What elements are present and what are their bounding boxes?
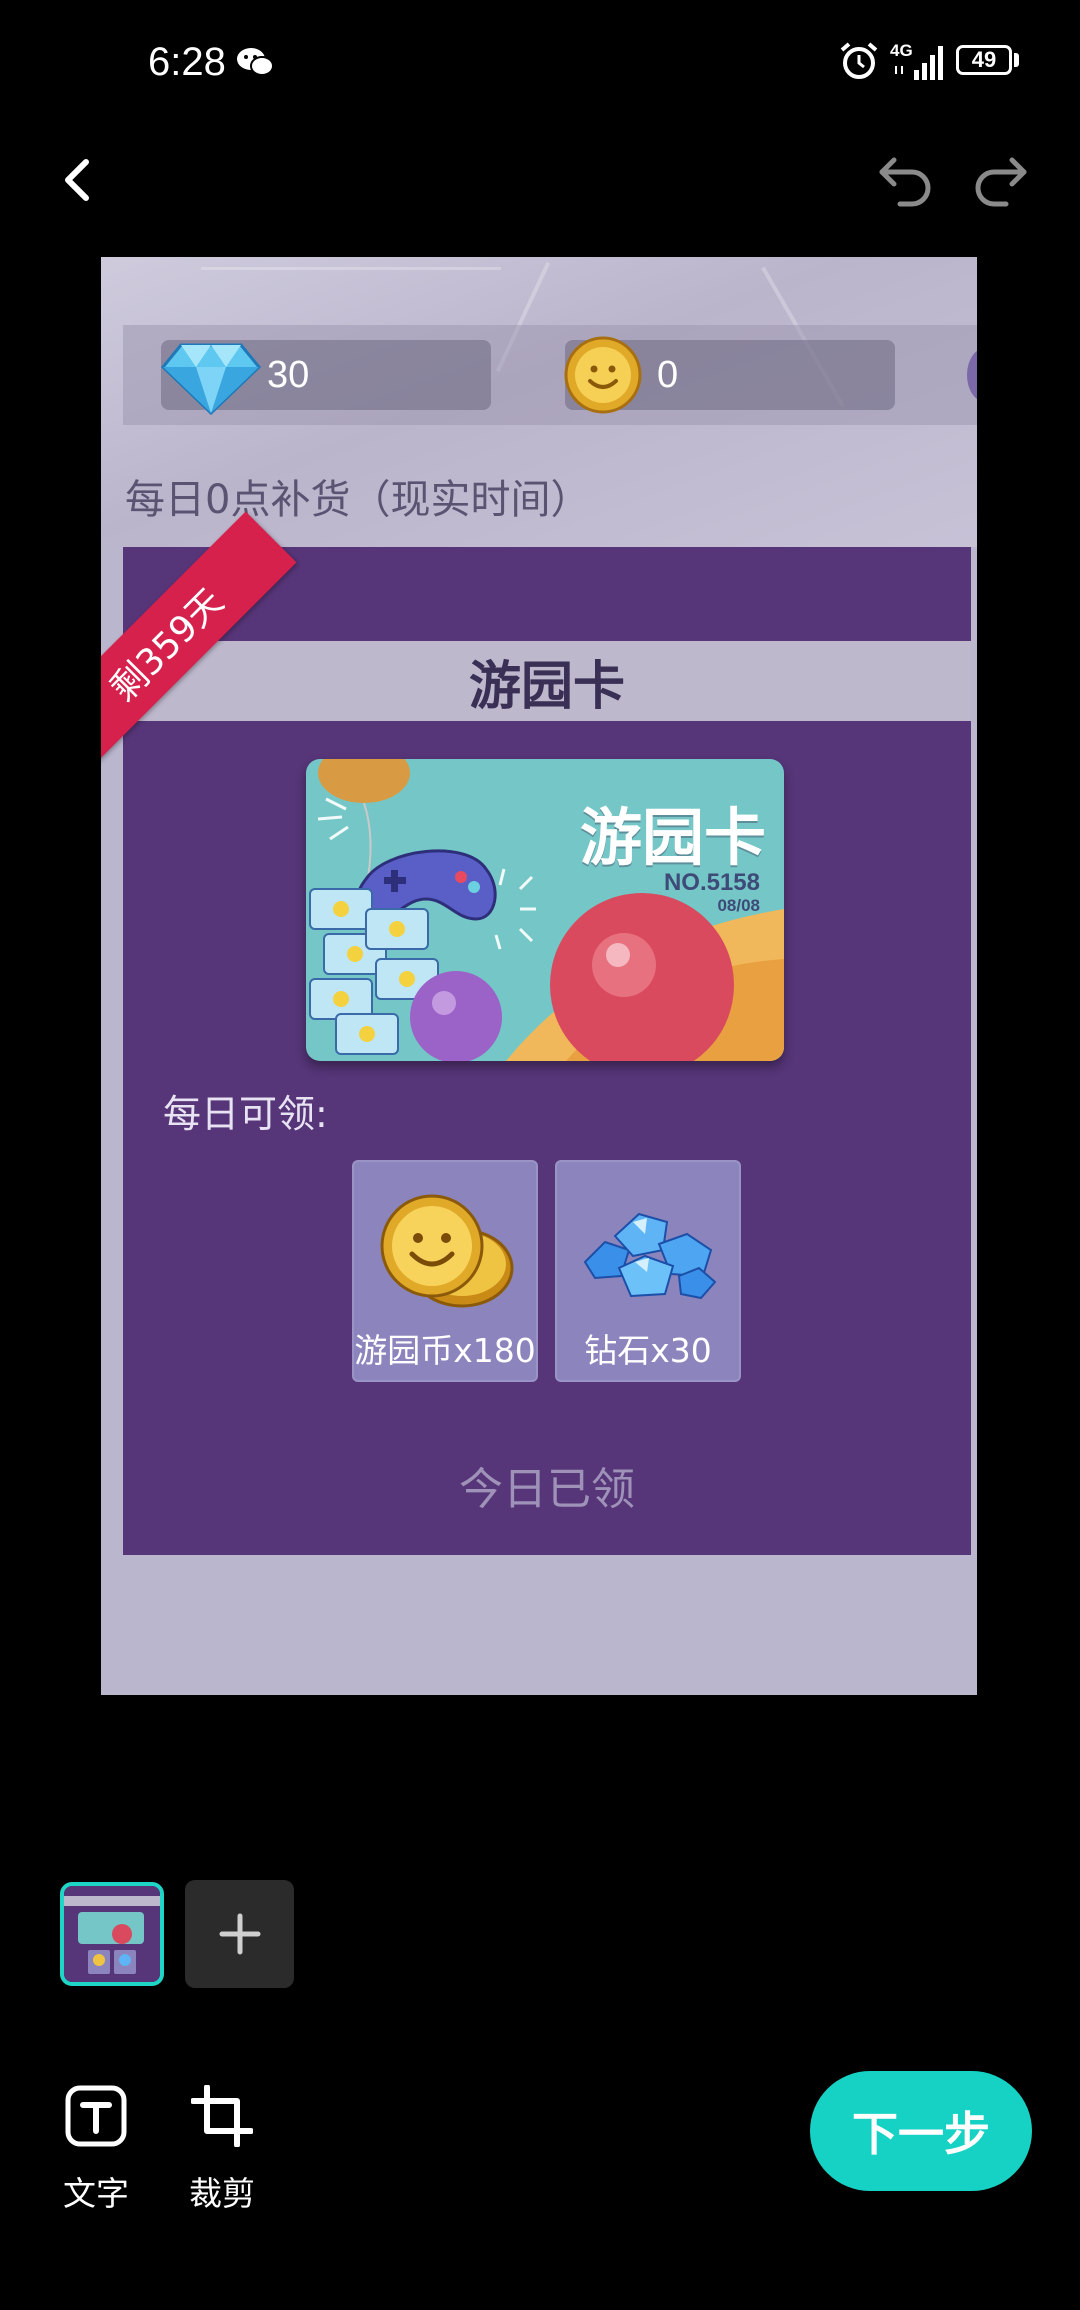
status-time: 6:28 bbox=[148, 40, 226, 84]
next-step-button[interactable]: 下一步 bbox=[810, 2071, 1032, 2191]
wechat-icon bbox=[237, 48, 274, 76]
crop-tool-button[interactable]: 裁剪 bbox=[172, 2084, 272, 2215]
crop-icon bbox=[190, 2084, 254, 2148]
text-icon bbox=[65, 2085, 127, 2147]
coin-stack-icon bbox=[380, 1194, 514, 1308]
diamond-pile-icon bbox=[583, 1212, 717, 1300]
reward-coins: 游园币x180 bbox=[352, 1160, 538, 1382]
daily-rewards-label: 每日可领: bbox=[163, 1092, 328, 1136]
remaining-days-ribbon: 剩359天 bbox=[101, 511, 375, 775]
diamond-icon bbox=[161, 343, 261, 415]
text-tool-label: 文字 bbox=[63, 2174, 129, 2213]
battery-icon: 49 bbox=[956, 45, 1012, 75]
plus-icon bbox=[219, 1913, 260, 1955]
add-image-button[interactable] bbox=[185, 1880, 294, 1988]
park-card-number: NO.5158 bbox=[663, 869, 760, 896]
thumbnail-preview bbox=[64, 1886, 160, 1982]
battery-tip bbox=[1014, 53, 1019, 67]
alarm-icon bbox=[840, 42, 878, 79]
signal-icon bbox=[895, 46, 943, 80]
reward-diamonds: 钻石x30 bbox=[555, 1160, 741, 1382]
park-card-image: 游园卡 NO.5158 08/08 bbox=[306, 759, 784, 1061]
park-card-title: 游园卡 bbox=[579, 801, 766, 874]
claim-status: 今日已领 bbox=[459, 1464, 635, 1515]
crop-tool-label: 裁剪 bbox=[189, 2174, 255, 2213]
restock-note: 每日0点补货（现实时间） bbox=[125, 477, 591, 523]
park-card-date: 08/08 bbox=[717, 896, 760, 915]
diamond-count: 30 bbox=[267, 354, 310, 396]
coin-count: 0 bbox=[657, 354, 679, 396]
redo-icon[interactable] bbox=[968, 146, 1034, 212]
back-icon[interactable] bbox=[48, 150, 108, 210]
reward-diamonds-label: 钻石x30 bbox=[584, 1331, 712, 1370]
panel-title: 游园卡 bbox=[468, 656, 625, 717]
remaining-days-text: 剩359天 bbox=[103, 581, 232, 710]
next-step-label: 下一步 bbox=[852, 2107, 990, 2161]
image-thumbnail[interactable] bbox=[60, 1882, 164, 1986]
preview-image: 30 0 每日0点补货（现实时间） 游园卡 剩359天 游园卡 NO.5158 … bbox=[101, 257, 977, 1695]
undo-icon[interactable] bbox=[872, 146, 938, 212]
coin-icon bbox=[564, 336, 642, 414]
text-tool-button[interactable]: 文字 bbox=[46, 2085, 146, 2215]
reward-coins-label: 游园币x180 bbox=[354, 1331, 536, 1370]
battery-level: 49 bbox=[971, 47, 997, 72]
